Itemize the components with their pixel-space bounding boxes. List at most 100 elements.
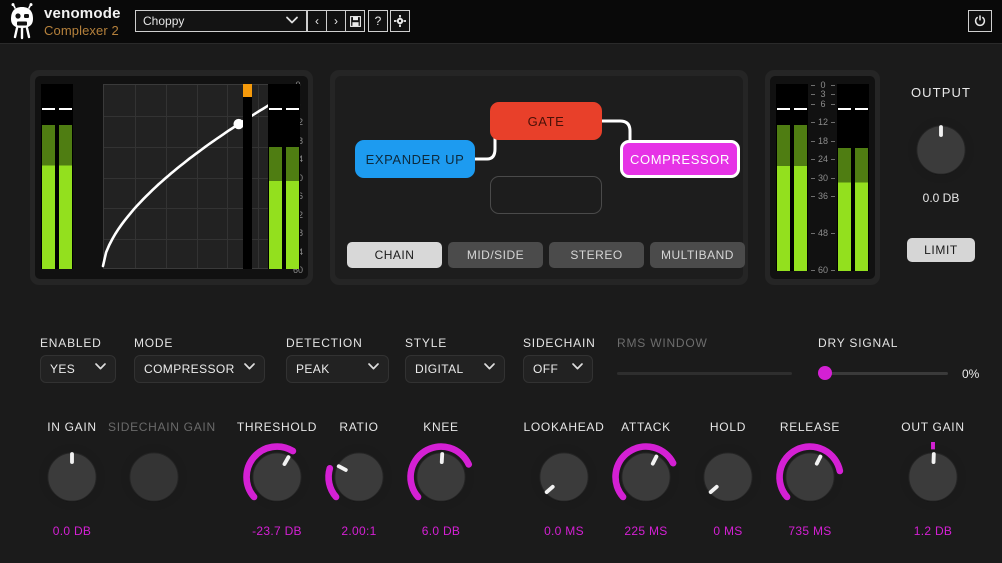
knob-value-ratio: 2.00:1 [341,524,377,538]
header-divider [0,43,1002,44]
power-bypass-button[interactable] [968,10,992,32]
label-enabled: ENABLED [40,336,102,350]
label-mode: MODE [134,336,174,350]
routing-mode-tabs: CHAIN MID/SIDE STEREO MULTIBAND [347,242,745,268]
knob-group-hold: HOLD 0 MS [682,420,774,538]
title-bar: venomode Complexer 2 Choppy ‹ › ? [0,0,1002,44]
help-icon: ? [374,14,382,28]
chevron-down-icon [244,363,255,370]
tab-stereo[interactable]: STEREO [549,242,644,268]
chain-node-expander-up[interactable]: EXPANDER UP [355,140,475,178]
knob-value-hold: 0 MS [713,524,743,538]
transfer-curve-panel: 06121824303642485460 [30,70,313,285]
select-style[interactable]: DIGITAL [405,355,505,383]
output-knob-value: 0.0 DB [922,191,960,205]
chain-node-label: EXPANDER UP [365,151,465,167]
label-out-gain: OUT GAIN [901,420,965,434]
output-meter-post [837,84,869,271]
input-meter-right [59,84,72,269]
chain-node-compressor[interactable]: COMPRESSOR [620,140,740,178]
limit-label: LIMIT [924,243,958,257]
knob-group-knee: KNEE 6.0 DB [395,420,487,538]
knob-value-release: 735 MS [788,524,832,538]
routing-canvas: EXPANDER UP GATE COMPRESSOR CHAIN MID/SI… [335,76,745,279]
knob-value-knee: 6.0 DB [421,524,461,538]
plugin-window: venomode Complexer 2 Choppy ‹ › ? 60 EXP… [0,0,1002,563]
slider-rms-window [617,366,792,380]
gear-icon [394,15,406,27]
chain-node-label: GATE [527,113,565,129]
select-mode[interactable]: COMPRESSOR [134,355,265,383]
knob-value-in-gain: 0.0 DB [52,524,92,538]
preset-next-button[interactable]: › [326,10,346,32]
knob-release[interactable] [764,442,856,520]
brand-name: venomode [44,4,121,22]
output-meters: 0 3 6 12 18 24 30 36 48 60 [770,76,875,279]
knob-ratio[interactable] [313,442,405,520]
knob-hold[interactable] [682,442,774,520]
knob-out-gain[interactable] [887,442,979,520]
tab-multiband[interactable]: MULTIBAND [650,242,745,268]
output-meter-right [286,84,299,269]
tab-mid-side[interactable]: MID/SIDE [448,242,543,268]
preset-help-button[interactable]: ? [368,10,388,32]
knob-group-threshold: THRESHOLD -23.7 DB [231,420,323,538]
knob-threshold[interactable] [231,442,323,520]
slider-track [617,372,792,375]
knob-value-attack: 225 MS [624,524,668,538]
label-ratio: RATIO [339,420,379,434]
product-name: Complexer 2 [44,22,119,38]
output-meter-scale: 0 3 6 12 18 24 30 36 48 60 [811,80,835,275]
routing-panel: EXPANDER UP GATE COMPRESSOR CHAIN MID/SI… [330,70,748,285]
limit-button[interactable]: LIMIT [907,238,975,262]
label-sidechain-gain: SIDECHAIN GAIN [108,420,216,434]
tab-chain[interactable]: CHAIN [347,242,442,268]
chevron-down-icon [572,363,583,370]
select-sidechain[interactable]: OFF [523,355,593,383]
select-value: OFF [533,362,559,376]
label-knee: KNEE [423,420,459,434]
knob-knee[interactable] [395,442,487,520]
preset-settings-button[interactable] [390,10,410,32]
input-meter [41,84,73,269]
label-in-gain: IN GAIN [47,420,97,434]
select-enabled[interactable]: YES [40,355,116,383]
output-meter-left [269,84,282,269]
chevron-down-icon [484,363,495,370]
knob-attack[interactable] [600,442,692,520]
label-detection: DETECTION [286,336,363,350]
preset-dropdown[interactable]: Choppy [135,10,307,32]
slider-track [818,372,948,375]
label-dry-signal: DRY SIGNAL [818,336,899,350]
chevron-down-icon [368,363,379,370]
label-sidechain: SIDECHAIN [523,336,596,350]
venomode-mascot-icon [11,3,33,40]
preset-prev-label: ‹ [315,14,319,28]
preset-save-button[interactable] [345,10,365,32]
output-meter-graph [268,84,300,269]
slider-value: 0% [962,367,980,381]
output-knob[interactable] [906,115,976,185]
chevron-down-icon [286,16,298,24]
curve-area [101,84,290,269]
output-meter-pre [776,84,808,271]
preset-name: Choppy [143,14,185,28]
slider-handle[interactable] [818,366,832,380]
knob-in-gain[interactable] [26,442,118,520]
select-detection[interactable]: PEAK [286,355,389,383]
slider-dry-signal[interactable] [818,366,948,380]
knob-group-sidechain-gain: SIDECHAIN GAIN [108,420,216,524]
brand-logo: venomode Complexer 2 [8,3,121,40]
transfer-curve-display[interactable]: 06121824303642485460 [35,76,308,279]
floppy-disk-icon [349,15,361,27]
tab-label: CHAIN [374,248,415,262]
chain-node-empty-slot[interactable] [490,176,602,214]
tab-label: MULTIBAND [661,248,734,262]
knob-lookahead[interactable] [518,442,610,520]
preset-prev-button[interactable]: ‹ [307,10,327,32]
preset-next-label: › [334,14,338,28]
knob-group-release: RELEASE 735 MS [764,420,856,538]
label-lookahead: LOOKAHEAD [523,420,605,434]
label-style: STYLE [405,336,448,350]
chain-node-gate[interactable]: GATE [490,102,602,140]
